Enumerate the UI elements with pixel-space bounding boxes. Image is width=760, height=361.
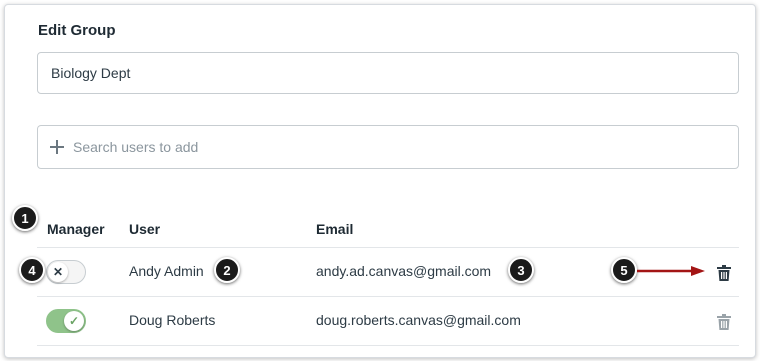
trash-icon[interactable] (717, 314, 731, 330)
user-email: andy.ad.canvas@gmail.com (316, 263, 492, 279)
annotation-badge-4: 4 (19, 257, 45, 283)
group-name-field[interactable]: Biology Dept (37, 52, 739, 94)
column-header-user: User (129, 221, 161, 237)
annotation-badge-5: 5 (611, 257, 637, 283)
user-email: doug.roberts.canvas@gmail.com (316, 312, 521, 328)
close-icon: ✕ (48, 262, 68, 282)
annotation-badge-1: 1 (12, 205, 38, 231)
user-name: Doug Roberts (129, 312, 216, 328)
search-users-input[interactable]: Search users to add (37, 125, 739, 169)
panel-title: Edit Group (38, 22, 116, 39)
check-icon: ✓ (64, 311, 84, 331)
user-name: Andy Admin (129, 263, 204, 279)
manager-toggle[interactable]: ✓ (46, 309, 86, 333)
trash-icon[interactable] (717, 265, 731, 281)
column-header-email: Email (316, 221, 354, 237)
search-placeholder[interactable]: Search users to add (73, 139, 198, 155)
column-header-manager: Manager (47, 221, 105, 237)
edit-group-panel: Edit Group Biology Dept Search users to … (4, 4, 756, 358)
table-row: ✓ Doug Roberts doug.roberts.canvas@gmail… (37, 296, 739, 346)
group-name-value[interactable]: Biology Dept (38, 65, 130, 81)
manager-toggle[interactable]: ✕ (46, 260, 86, 284)
annotation-badge-3: 3 (508, 257, 534, 283)
plus-icon (50, 140, 64, 154)
annotation-badge-2: 2 (214, 257, 240, 283)
annotation-arrow (637, 266, 705, 276)
